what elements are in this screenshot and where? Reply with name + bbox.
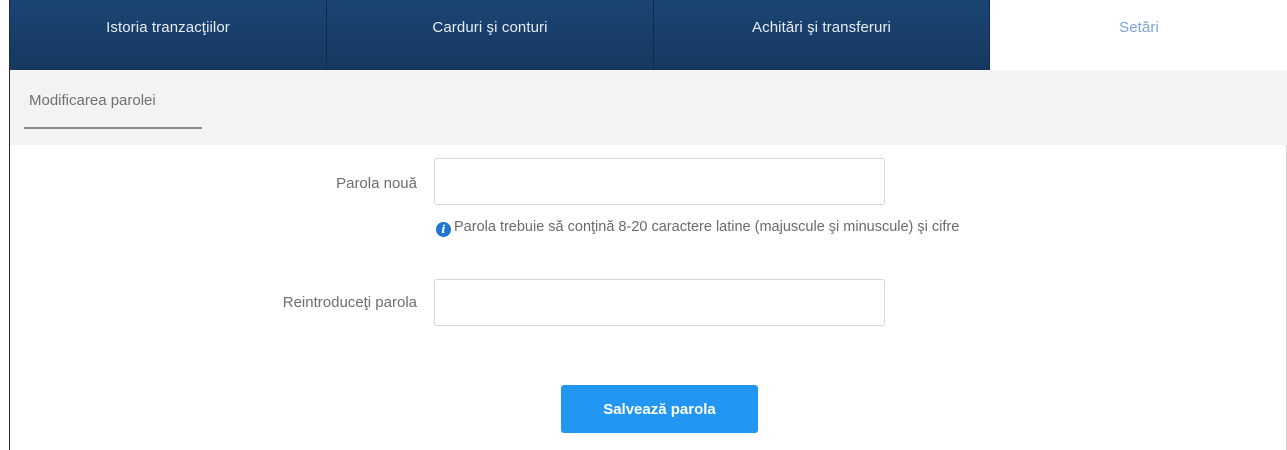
tab-settings[interactable]: Setări [990, 0, 1287, 70]
subtab-change-password[interactable]: Modificarea parolei [24, 83, 202, 129]
tab-payments-and-transfers[interactable]: Achitări şi transferuri [654, 0, 990, 70]
tab-label: Carduri şi conturi [432, 19, 548, 36]
new-password-label: Parola nouă [336, 175, 417, 192]
page-frame: Istoria tranzacţiilor Carduri şi conturi… [9, 0, 1287, 450]
repeat-password-label: Reintroduceţi parola [282, 294, 417, 311]
tab-transaction-history[interactable]: Istoria tranzacţiilor [10, 0, 327, 70]
tab-label: Achitări şi transferuri [751, 19, 891, 36]
password-hint: i Parola trebuie să conţină 8-20 caracter… [436, 214, 1116, 240]
tab-label: Setări [1119, 19, 1159, 36]
password-hint-text: Parola trebuie să conţină 8-20 caractere… [454, 219, 960, 235]
subtab-label: Modificarea parolei [29, 92, 156, 109]
save-password-button[interactable]: Salvează parola [561, 385, 758, 433]
repeat-password-input[interactable] [434, 279, 885, 326]
info-icon: i [436, 222, 451, 237]
tab-label: Istoria tranzacţiilor [106, 19, 230, 36]
tab-cards-and-accounts[interactable]: Carduri şi conturi [327, 0, 654, 70]
main-navigation: Istoria tranzacţiilor Carduri şi conturi… [10, 0, 1287, 70]
new-password-input[interactable] [434, 158, 885, 205]
settings-subnav: Modificarea parolei [10, 70, 1287, 145]
